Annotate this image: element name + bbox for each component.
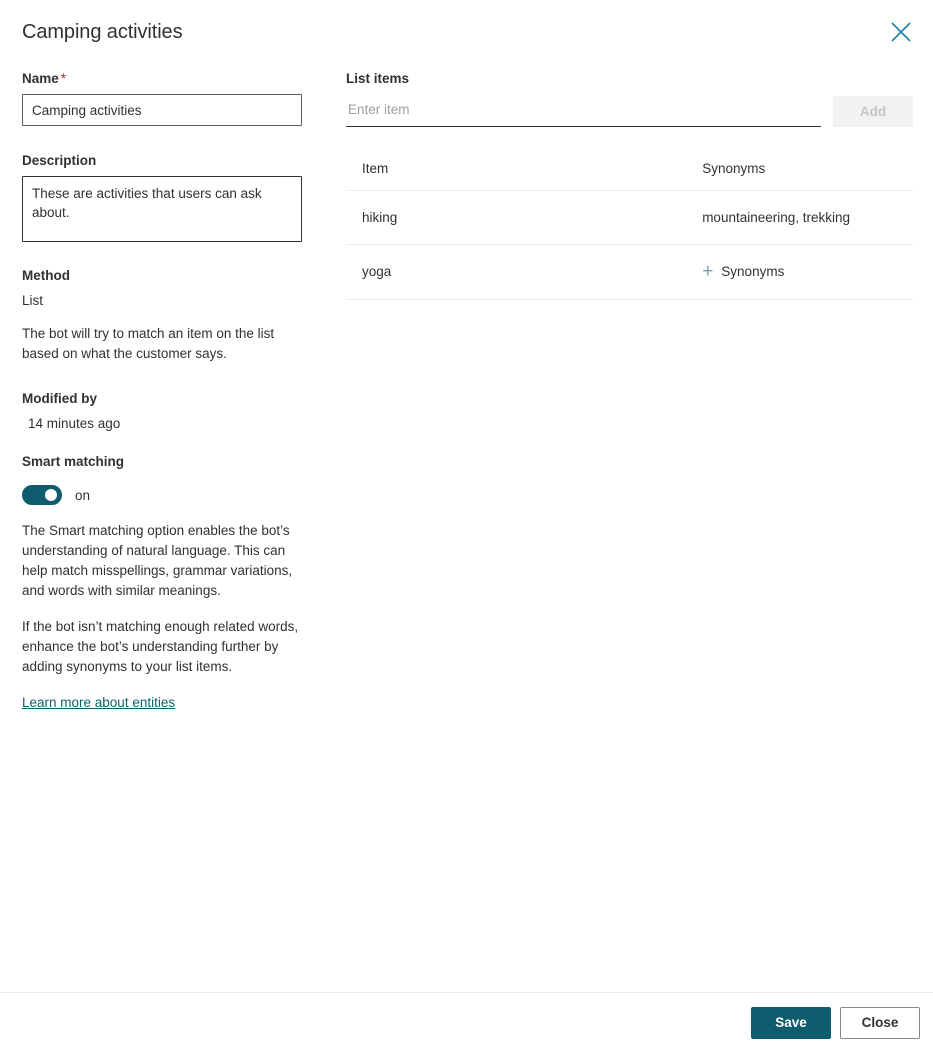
name-label-text: Name	[22, 71, 59, 86]
name-label: Name *	[22, 70, 324, 88]
page-title: Camping activities	[22, 21, 183, 43]
list-item-input[interactable]	[346, 97, 821, 127]
table-row[interactable]: yoga + Synonyms	[346, 244, 913, 300]
toggle-state-label: on	[75, 487, 91, 503]
add-synonyms-button[interactable]: + Synonyms	[702, 260, 785, 282]
learn-more-link[interactable]: Learn more about entities	[22, 693, 175, 712]
smart-matching-paragraph-2: If the bot isn’t matching enough related…	[22, 619, 299, 674]
close-button[interactable]	[883, 14, 919, 50]
right-column: List items Add Item Synonyms	[346, 62, 913, 300]
save-button[interactable]: Save	[751, 1006, 831, 1039]
panel-footer: Save Close	[0, 992, 933, 1052]
required-asterisk: *	[60, 71, 67, 86]
description-label: Description	[22, 153, 97, 168]
add-item-button[interactable]: Add	[833, 96, 913, 127]
add-item-row: Add	[346, 96, 913, 127]
column-header-item: Item	[346, 161, 687, 191]
close-button-footer[interactable]: Close	[840, 1006, 920, 1039]
modified-by-value: 14 minutes ago	[28, 416, 121, 431]
modified-by-label: Modified by	[22, 391, 97, 406]
left-column: Name* Description Method List The bot wi…	[22, 62, 324, 712]
close-icon	[890, 21, 912, 43]
cell-item: hiking	[346, 190, 687, 245]
name-input[interactable]	[22, 94, 302, 126]
list-items-table: Item Synonyms hiking mountaineering, tre…	[346, 161, 913, 300]
smart-matching-label: Smart matching	[22, 454, 125, 469]
list-items-label: List items	[346, 71, 410, 86]
cell-item: yoga	[346, 244, 687, 300]
smart-matching-paragraph-1: The Smart matching option enables the bo…	[22, 523, 293, 598]
plus-icon: +	[702, 260, 714, 282]
column-header-synonyms: Synonyms	[686, 161, 913, 191]
table-header-row: Item Synonyms	[346, 161, 913, 191]
panel-header: Camping activities	[0, 0, 933, 62]
smart-matching-toggle-row: on	[22, 485, 324, 505]
cell-synonyms: mountaineering, trekking	[686, 190, 913, 245]
toggle-knob	[45, 489, 57, 501]
entity-details-panel: Camping activities Name* Description Met…	[0, 0, 933, 1052]
panel-body: Name* Description Method List The bot wi…	[0, 62, 933, 992]
list-item-input-wrap	[346, 97, 821, 127]
cell-synonyms: + Synonyms	[686, 244, 913, 300]
table-row[interactable]: hiking mountaineering, trekking	[346, 190, 913, 245]
add-synonyms-label: Synonyms	[721, 264, 785, 279]
description-textarea[interactable]	[22, 176, 302, 242]
smart-matching-toggle[interactable]	[22, 485, 62, 505]
method-value: List	[22, 293, 44, 308]
method-helper-text: The bot will try to match an item on the…	[22, 326, 275, 361]
method-label: Method	[22, 268, 70, 283]
